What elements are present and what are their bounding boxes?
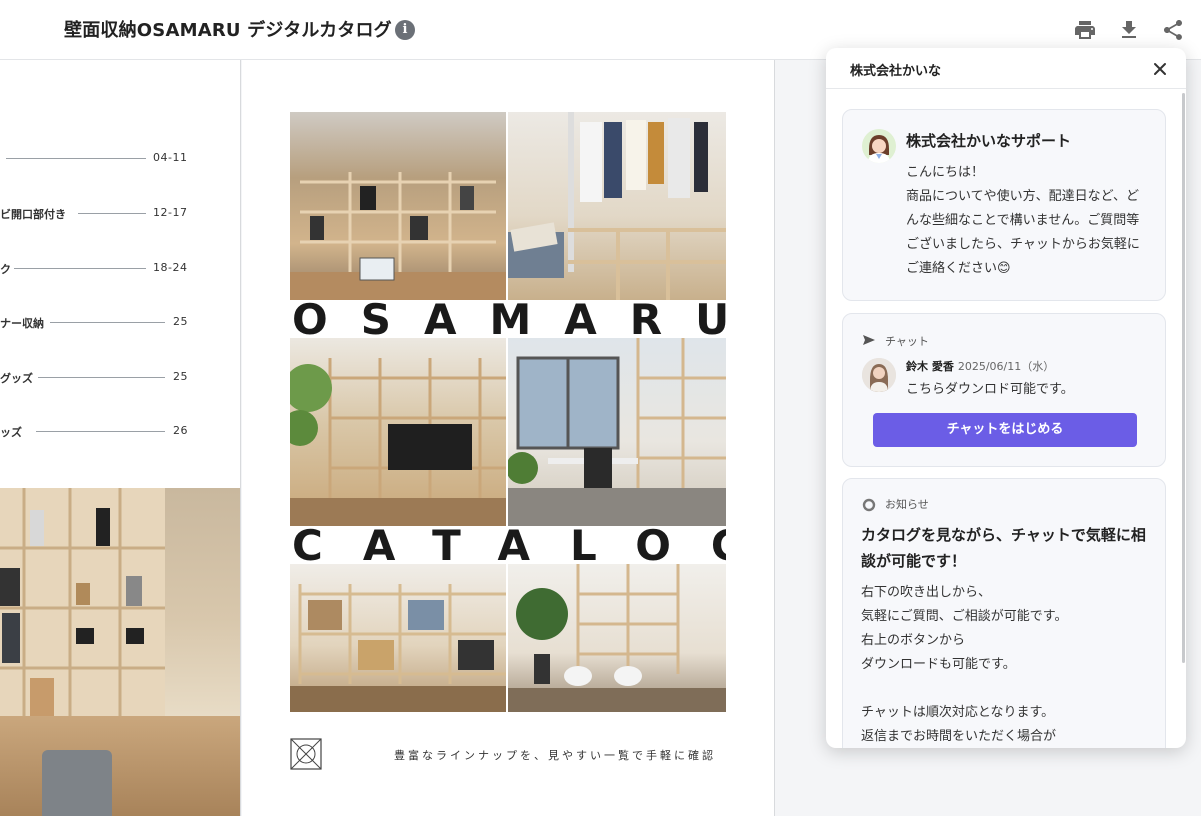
download-icon[interactable] (1117, 18, 1141, 42)
news-section-label: お知らせ (885, 498, 929, 511)
news-card: お知らせ カタログを見ながら、チャットで気軽に相談が可能です！ 右下の吹き出しか… (842, 478, 1166, 748)
toc-item[interactable]: グッズ 25 (0, 370, 240, 386)
toc-leader (50, 322, 165, 323)
agent-avatar (862, 358, 896, 392)
toc-item[interactable]: ナー収納 25 (0, 315, 240, 331)
toc-page-number: 25 (173, 315, 188, 328)
cover-word-osamaru: OSAMARU (290, 300, 726, 338)
send-icon (861, 332, 877, 348)
chat-section-label: チャット (885, 335, 929, 348)
news-heading: カタログを見ながら、チャットで気軽に相談が可能です！ (861, 526, 1146, 570)
chat-panel-header: 株式会社かいな (826, 48, 1186, 89)
support-greeting: こんにちは！ 商品についてや使い方、配達日など、どんな些細なことで構いません。ご… (906, 165, 1140, 276)
toc-page-number: 25 (173, 370, 188, 383)
toc-item[interactable]: ク 18-24 (0, 261, 240, 277)
support-greeting-card: 株式会社かいなサポート こんにちは！ 商品についてや使い方、配達日など、どんな些… (842, 109, 1166, 301)
close-icon[interactable] (1150, 59, 1170, 79)
message-meta: 鈴木 愛香 2025/06/11（水） (906, 358, 1054, 374)
toc-page-number: 12-17 (153, 206, 188, 219)
chat-card: チャット 鈴木 愛香 2025/06/11（水） こちらダウンロド可能です。 チャ… (842, 313, 1166, 467)
toc-leader (36, 431, 165, 432)
interior-photo (0, 488, 240, 816)
cover-word-catalog: CATALOG (290, 526, 726, 564)
support-avatar (862, 129, 896, 163)
osamaru-logo-icon (290, 738, 322, 770)
toc-leader (78, 213, 146, 214)
toc-page-number: 26 (173, 424, 188, 437)
chat-panel-title: 株式会社かいな (850, 64, 942, 79)
message-text: こちらダウンロド可能です。 (906, 382, 1074, 397)
print-icon[interactable] (1073, 18, 1097, 42)
photo-study-corner (508, 564, 726, 712)
news-body: 右下の吹き出しから、 気軽にご質問、ご相談が可能です。 右上のボタンから ダウン… (861, 585, 1068, 744)
toc-leader (38, 377, 165, 378)
photo-bookshelf (290, 564, 506, 712)
support-name: 株式会社かいなサポート (906, 132, 1072, 150)
catalog-page-cover[interactable]: OSAMARU CATALO 豊富なラインナップを、見やすい一覧で手軽に確認 (242, 60, 775, 816)
catalog-title: 壁面収納OSAMARU デジタルカタログ (64, 20, 392, 41)
sender-name: 鈴木 愛香 (906, 360, 954, 373)
toc-page-number: 04-11 (153, 151, 188, 164)
shelf-illustration (0, 488, 165, 728)
cover-collage: OSAMARU CATALO (290, 112, 726, 712)
table-surface (0, 716, 240, 816)
message-time: 2025/06/11（水） (957, 360, 1055, 373)
cover-tagline: 豊富なラインナップを、見やすい一覧で手軽に確認 (394, 749, 716, 762)
toc-item[interactable]: ッズ 26 (0, 424, 240, 440)
toc-leader (14, 268, 146, 269)
start-chat-button[interactable]: チャットをはじめる (873, 413, 1137, 447)
chat-panel[interactable]: 株式会社かいな 株式会社かいなサポート こんにちは！ 商品についてや使い方、配達… (826, 48, 1186, 748)
toc-item[interactable]: 04-11 (0, 151, 240, 167)
chair-back (42, 750, 112, 816)
photo-tv-shelf (290, 338, 506, 526)
circle-icon (861, 497, 877, 513)
info-icon[interactable]: i (395, 20, 415, 40)
chat-panel-body[interactable]: 株式会社かいなサポート こんにちは！ 商品についてや使い方、配達日など、どんな些… (826, 89, 1186, 748)
toc-item[interactable]: ビ開口部付き 12-17 (0, 206, 240, 222)
catalog-page-left[interactable]: 04-11 ビ開口部付き 12-17 ク 18-24 ナー収納 25 グッズ 2… (0, 60, 241, 816)
photo-desk (508, 338, 726, 526)
photo-office-shelves (290, 112, 506, 300)
toc-page-number: 18-24 (153, 261, 188, 274)
share-icon[interactable] (1161, 18, 1185, 42)
panel-scrollbar[interactable] (1182, 93, 1185, 663)
toc-leader (6, 158, 146, 159)
photo-closet (508, 112, 726, 300)
